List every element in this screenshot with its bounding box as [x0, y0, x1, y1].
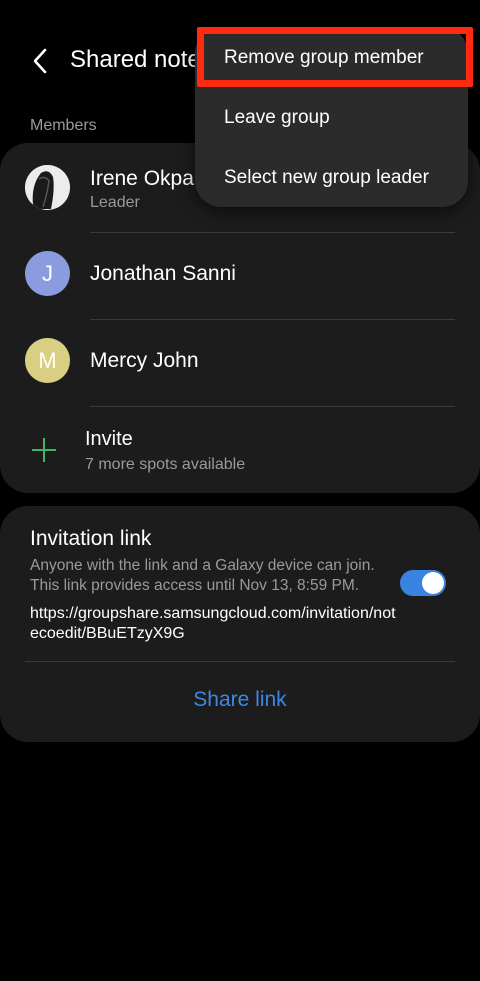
back-arrow-icon[interactable] [28, 44, 52, 78]
page-title: Shared note [70, 46, 201, 73]
avatar: J [25, 251, 70, 296]
invite-spots: 7 more spots available [85, 456, 246, 473]
share-link-button[interactable]: Share link [0, 688, 480, 712]
plus-icon [32, 438, 56, 462]
invite-label: Invite [85, 428, 133, 450]
invitation-link-toggle[interactable] [400, 570, 446, 596]
profile-photo-icon [25, 165, 70, 210]
avatar: M [25, 338, 70, 383]
menu-item-select-new-group-leader[interactable]: Select new group leader [224, 167, 429, 189]
members-section-label: Members [30, 117, 97, 134]
invitation-title: Invitation link [30, 527, 152, 550]
member-name: Mercy John [90, 349, 199, 372]
member-role: Leader [90, 194, 140, 211]
divider [25, 661, 455, 662]
divider [90, 232, 455, 233]
avatar [25, 165, 70, 210]
menu-item-leave-group[interactable]: Leave group [224, 107, 330, 129]
avatar-initial: J [42, 260, 53, 286]
member-name: Jonathan Sanni [90, 262, 236, 285]
toggle-knob [422, 572, 444, 594]
invitation-url: https://groupshare.samsungcloud.com/invi… [30, 605, 396, 642]
highlight-box [197, 27, 473, 87]
avatar-initial: M [38, 347, 57, 373]
divider [90, 319, 455, 320]
divider [90, 406, 455, 407]
invitation-description: Anyone with the link and a Galaxy device… [30, 557, 375, 594]
